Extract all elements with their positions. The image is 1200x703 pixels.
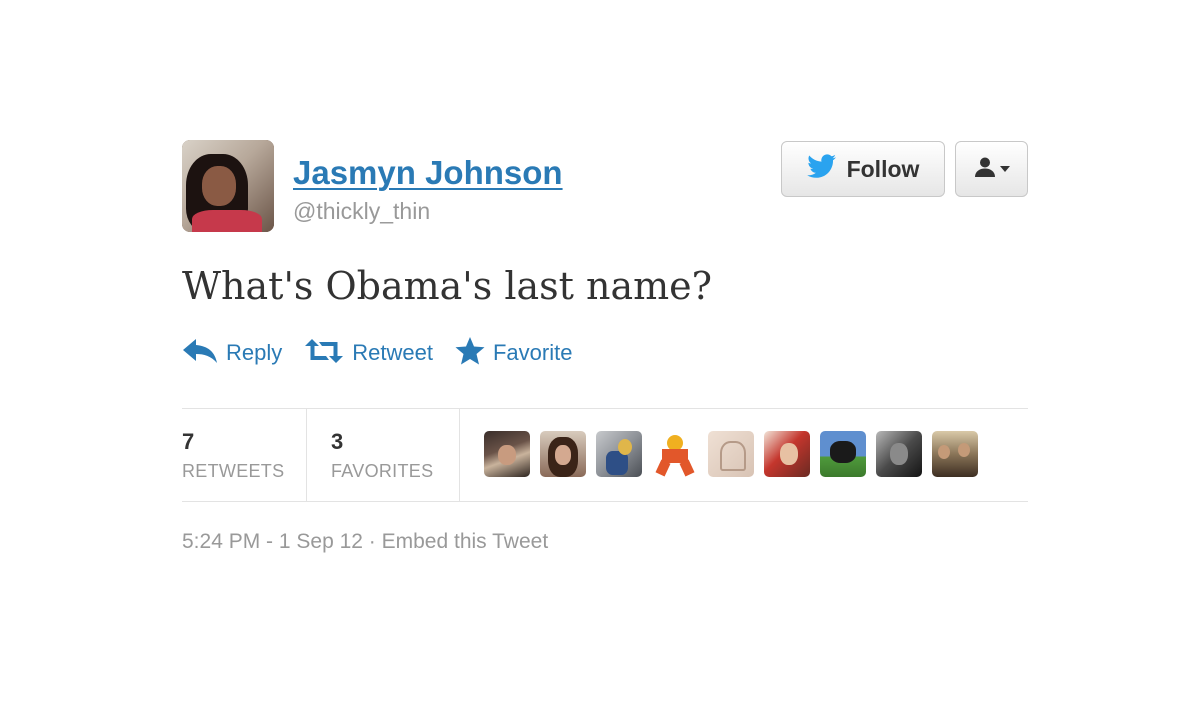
retweet-icon bbox=[304, 338, 344, 368]
tweet-text: What's Obama's last name? bbox=[182, 264, 713, 308]
retweet-label: Retweet bbox=[352, 340, 433, 365]
user-name-link[interactable]: Jasmyn Johnson bbox=[293, 154, 563, 192]
user-handle: @thickly_thin bbox=[293, 198, 431, 224]
tweet-header: Jasmyn Johnson @thickly_thin Follow bbox=[182, 140, 1028, 236]
favoriter-avatar[interactable] bbox=[708, 431, 754, 477]
favorites-label: FAVORITES bbox=[331, 461, 434, 481]
footer-separator: · bbox=[362, 530, 382, 553]
tweet-stats: 7 RETWEETS 3 FAVORITES bbox=[182, 408, 1028, 502]
user-actions-button[interactable] bbox=[955, 141, 1028, 197]
star-icon bbox=[455, 336, 485, 370]
favoriter-avatar[interactable] bbox=[876, 431, 922, 477]
tweet-footer: 5:24 PM - 1 Sep 12 · Embed this Tweet bbox=[182, 530, 548, 554]
reply-button[interactable]: Reply bbox=[182, 338, 282, 369]
tweet-actions: Reply Retweet Favorite bbox=[182, 336, 594, 370]
favoriter-avatar[interactable] bbox=[540, 431, 586, 477]
follow-label: Follow bbox=[846, 155, 920, 182]
tweet-timestamp[interactable]: 5:24 PM - 1 Sep 12 bbox=[182, 530, 363, 553]
favoriter-avatar[interactable] bbox=[652, 431, 698, 477]
favorite-button[interactable]: Favorite bbox=[455, 336, 573, 370]
user-icon bbox=[974, 156, 996, 183]
favoriter-avatar[interactable] bbox=[820, 431, 866, 477]
avatar[interactable] bbox=[182, 140, 274, 232]
twitter-bird-icon bbox=[806, 153, 837, 185]
favorites-stat[interactable]: 3 FAVORITES bbox=[307, 409, 459, 501]
favorites-count: 3 bbox=[331, 429, 344, 454]
embed-tweet-link[interactable]: Embed this Tweet bbox=[382, 530, 549, 553]
caret-down-icon bbox=[999, 160, 1010, 178]
tweet-card: Jasmyn Johnson @thickly_thin Follow What… bbox=[182, 140, 1028, 553]
favorite-label: Favorite bbox=[492, 340, 573, 365]
favoriter-avatar[interactable] bbox=[764, 431, 810, 477]
favoriter-avatar[interactable] bbox=[932, 431, 978, 477]
retweets-count: 7 bbox=[182, 429, 195, 454]
follow-button[interactable]: Follow bbox=[781, 141, 945, 197]
favoriter-avatar[interactable] bbox=[596, 431, 642, 477]
retweet-button[interactable]: Retweet bbox=[304, 338, 433, 368]
reply-label: Reply bbox=[226, 340, 283, 365]
favoriters-avatars bbox=[484, 431, 978, 477]
favoriter-avatar[interactable] bbox=[484, 431, 530, 477]
stats-divider bbox=[459, 409, 460, 501]
retweets-label: RETWEETS bbox=[182, 461, 285, 481]
reply-arrow-icon bbox=[182, 338, 218, 369]
retweets-stat[interactable]: 7 RETWEETS bbox=[182, 409, 306, 501]
